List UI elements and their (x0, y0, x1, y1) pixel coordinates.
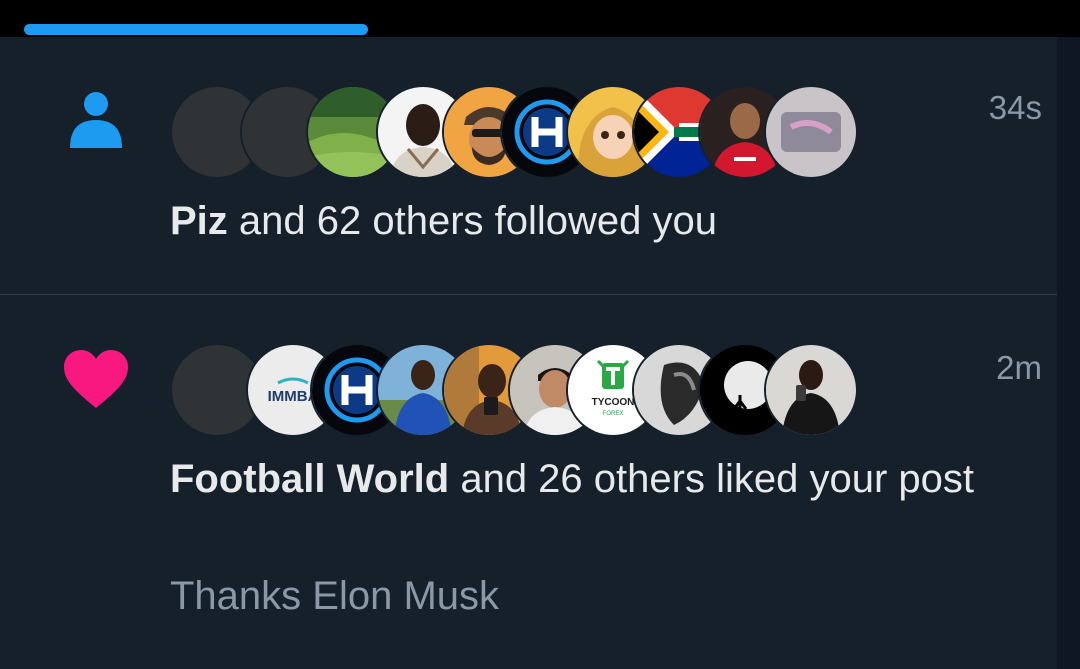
scroll-gutter (1057, 37, 1080, 669)
post-preview[interactable]: Thanks Elon Musk (170, 570, 499, 623)
avatar-photo-blur[interactable] (764, 85, 858, 179)
avatar-mirror-selfie[interactable] (764, 343, 858, 437)
heart-icon (64, 350, 128, 408)
avatar-stack (170, 85, 870, 179)
tycoon-logo-subtext: FOREX (603, 411, 624, 417)
tycoon-logo-text: TYCOON (592, 397, 635, 408)
notification-summary: and 26 others liked your post (449, 457, 974, 501)
avatar-stack: IMMBA TYCOON FOREX (170, 343, 870, 437)
notifications-list: 34s Piz and 62 others followed you IMMBA (0, 37, 1057, 669)
notification-text: Football World and 26 others liked your … (170, 453, 1030, 506)
top-bar (0, 0, 1080, 37)
timestamp: 2m (996, 349, 1042, 386)
actor-name[interactable]: Football World (170, 457, 449, 501)
refresh-progress-bar (24, 24, 368, 35)
